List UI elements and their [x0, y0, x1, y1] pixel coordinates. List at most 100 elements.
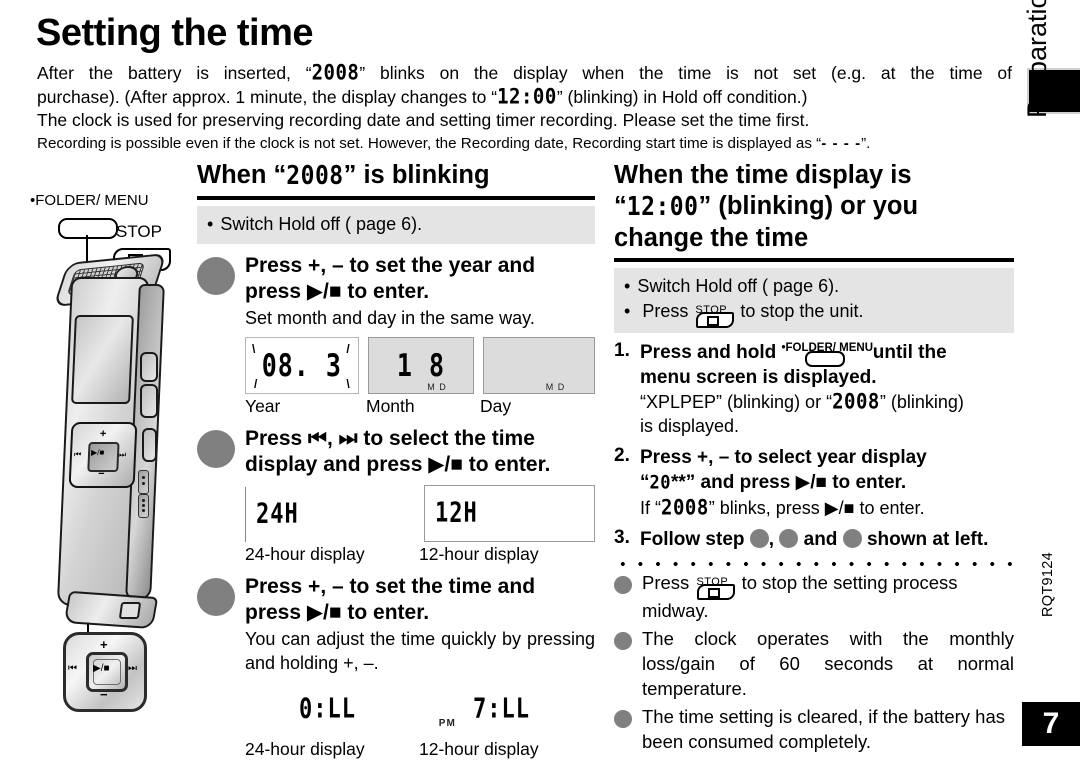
- lcd-panel-year: 08. 3 \ / / \: [245, 337, 359, 394]
- lcd-panel-day-marks: M D: [545, 382, 566, 392]
- folder-menu-button-icon: [58, 218, 118, 239]
- right-heading-l1: When the time display is: [614, 161, 912, 189]
- document-code: RQT9124: [1040, 552, 1056, 617]
- folder-menu-label: •FOLDER/ MENU: [30, 192, 149, 209]
- right-heading-l2: ” (blinking) or you: [698, 192, 919, 220]
- lcd-2008-r1: 2008: [832, 389, 880, 415]
- device-bottom-face: [63, 590, 159, 630]
- device-illustration: •FOLDER/ MENU STOP + − ⏮ ⏭ ▶/■ + − ⏮ ⏭ ▶…: [20, 192, 202, 712]
- device-pad-play-icon: ▶/■: [90, 448, 105, 457]
- left-heading-b: ” is blinking: [343, 161, 490, 189]
- device-pad-plus: +: [99, 428, 107, 440]
- folder-menu-button-icon: •FOLDER/ MENU: [781, 340, 873, 367]
- right-step-3-d: shown at left.: [866, 529, 989, 550]
- right-step-2-text: Press +, – to select year display “20**”…: [640, 445, 927, 520]
- left-step-1: Press +, – to set the year and press ▶/■…: [197, 253, 595, 417]
- right-bullet-2-text: The clock operates with the monthly loss…: [642, 628, 1014, 699]
- right-step-2-line2b: **” and press ▶/■ to enter.: [670, 472, 907, 493]
- right-step-1-post: until the: [872, 342, 947, 363]
- left-step-2-lcd-row: 24H 12H: [245, 485, 595, 542]
- intro-line2-a: purchase). (After approx. 1 minute, the …: [37, 86, 498, 107]
- right-column: When the time display is “12:00” (blinki…: [614, 160, 1014, 754]
- right-column-heading: When the time display is “12:00” (blinki…: [614, 160, 1014, 254]
- left-heading-a: When “: [197, 161, 287, 189]
- lcd-panel-24h-set-value: 0:LL: [299, 693, 356, 726]
- jog-prev-icon: ⏮: [68, 663, 77, 674]
- device-pad-next-icon: ⏭: [118, 450, 127, 459]
- left-step-3-bold-1: Press +, – to set the time and: [245, 575, 536, 598]
- section-rail-label: Preparation: [1022, 0, 1052, 118]
- left-step-3-sub: You can adjust the time quickly by press…: [245, 629, 595, 673]
- right-step-1-pre: Press and hold: [640, 342, 777, 363]
- intro-line-3: The clock is used for preserving recordi…: [37, 110, 810, 130]
- device-bottom-slot: [118, 602, 142, 619]
- right-heading-quote-open: “: [614, 192, 627, 220]
- right-step-1: 1. Press and hold •FOLDER/ MENU until th…: [614, 340, 1014, 438]
- intro-paragraph: After the battery is inserted, “2008” bl…: [37, 60, 1012, 154]
- device-pad-prev-icon: ⏮: [73, 450, 82, 459]
- left-step-1-bold-1: Press +, – to set the year and: [245, 254, 536, 277]
- lcd-panel-12h-set-value: 7:LL: [473, 693, 530, 726]
- right-step-2-plain-a: If “: [640, 498, 661, 518]
- right-step-2-number: 2.: [614, 445, 630, 466]
- right-note-2-post: to stop the unit.: [740, 301, 864, 321]
- lcd-panel-month: 1 8 M D: [367, 337, 475, 394]
- right-step-1-text: Press and hold •FOLDER/ MENU until the m…: [640, 340, 964, 438]
- right-heading-l3: change the time: [614, 224, 809, 252]
- lcd-panel-month-marks: M D: [427, 382, 447, 392]
- right-step-1-plain-b: ” (blinking): [879, 392, 964, 412]
- lcd-panel-day: M D: [483, 337, 595, 394]
- dashes-placeholder: - - - -: [821, 134, 862, 152]
- lcd-2008-inline: 2008: [311, 60, 360, 86]
- right-step-3-c: and: [803, 529, 838, 550]
- lcd-2008-r2: 2008: [661, 495, 709, 521]
- stop-button-icon: STOP: [693, 300, 735, 328]
- intro-line-1: After the battery is inserted, “2008” bl…: [37, 60, 1012, 86]
- lcd-panel-24h-time: 24H: [245, 487, 415, 542]
- device-control-pad: + − ⏮ ⏭ ▶/■: [68, 422, 138, 488]
- lcd-panel-year-value: 08. 3: [261, 347, 342, 384]
- caption-12h-a: 12-hour display: [419, 544, 539, 564]
- jog-minus-label: −: [100, 687, 108, 702]
- right-step-3-number: 3.: [614, 527, 630, 548]
- jog-plus-label: +: [100, 637, 108, 652]
- intro-line2-b: ” (blinking) in Hold off condition.): [556, 86, 808, 107]
- caption-year: Year: [245, 396, 281, 416]
- left-step-3: Press +, – to set the time and press ▶/■…: [197, 574, 595, 760]
- left-column-heading: When “2008” is blinking: [197, 160, 595, 192]
- right-step-2-line2: “20**” and press ▶/■ to enter.: [640, 470, 927, 496]
- device-side-button-3: [142, 428, 157, 462]
- jog-pad-detail: + − ⏮ ⏭ ▶/■: [63, 632, 147, 712]
- right-step-1-plain: “XPLPEP” (blinking) or “2008” (blinking): [640, 389, 964, 415]
- right-step-2-plain: If “2008” blinks, press ▶/■ to enter.: [640, 495, 927, 521]
- device-side-switch-b: [138, 494, 149, 518]
- right-note-item-1: Switch Hold off ( page 6).: [624, 274, 1004, 299]
- right-bullet-1-pre: Press: [642, 572, 690, 593]
- left-step-3-lcd-row: 0:LL 7:LL PM: [245, 682, 595, 737]
- step-circle-icon: [197, 257, 235, 295]
- right-bullet-2: The clock operates with the monthly loss…: [614, 626, 1014, 701]
- right-bullet-1: Press STOP to stop the setting process m…: [614, 570, 1014, 623]
- step-circle-icon: [779, 529, 799, 548]
- right-step-2-q: “: [640, 472, 650, 493]
- manual-page: Setting the time After the battery is in…: [0, 0, 1080, 766]
- caption-day: Day: [480, 396, 512, 416]
- page-number: 7: [1022, 702, 1080, 746]
- lcd-2008-heading: 2008: [286, 161, 344, 191]
- lcd-panel-24h-set: 0:LL: [245, 682, 410, 737]
- right-step-3-b: ,: [768, 529, 775, 550]
- left-step-1-sub: Set month and day in the same way.: [245, 308, 535, 328]
- intro-line-2: purchase). (After approx. 1 minute, the …: [37, 84, 1012, 110]
- device-side-switch-a: [138, 470, 149, 494]
- device-pad-minus: −: [97, 468, 105, 480]
- intro-line1-b: ” blinks on the display when the time is…: [359, 63, 1012, 83]
- left-step-3-bold-2: press ▶/■ to enter.: [245, 601, 430, 624]
- left-step-2: Press ⏮, ⏭ to select the time display an…: [197, 426, 595, 565]
- page-title: Setting the time: [36, 12, 314, 54]
- right-step-1-plain-2: is displayed.: [640, 416, 740, 436]
- lcd-panel-pm-mark: PM: [438, 718, 456, 729]
- caption-24h-b: 24-hour display: [245, 739, 365, 759]
- device-lcd-screen: [71, 315, 134, 404]
- left-step-2-captions: 24-hour display 12-hour display: [245, 544, 595, 565]
- left-step-2-bold-2: display and press ▶/■ to enter.: [245, 453, 551, 476]
